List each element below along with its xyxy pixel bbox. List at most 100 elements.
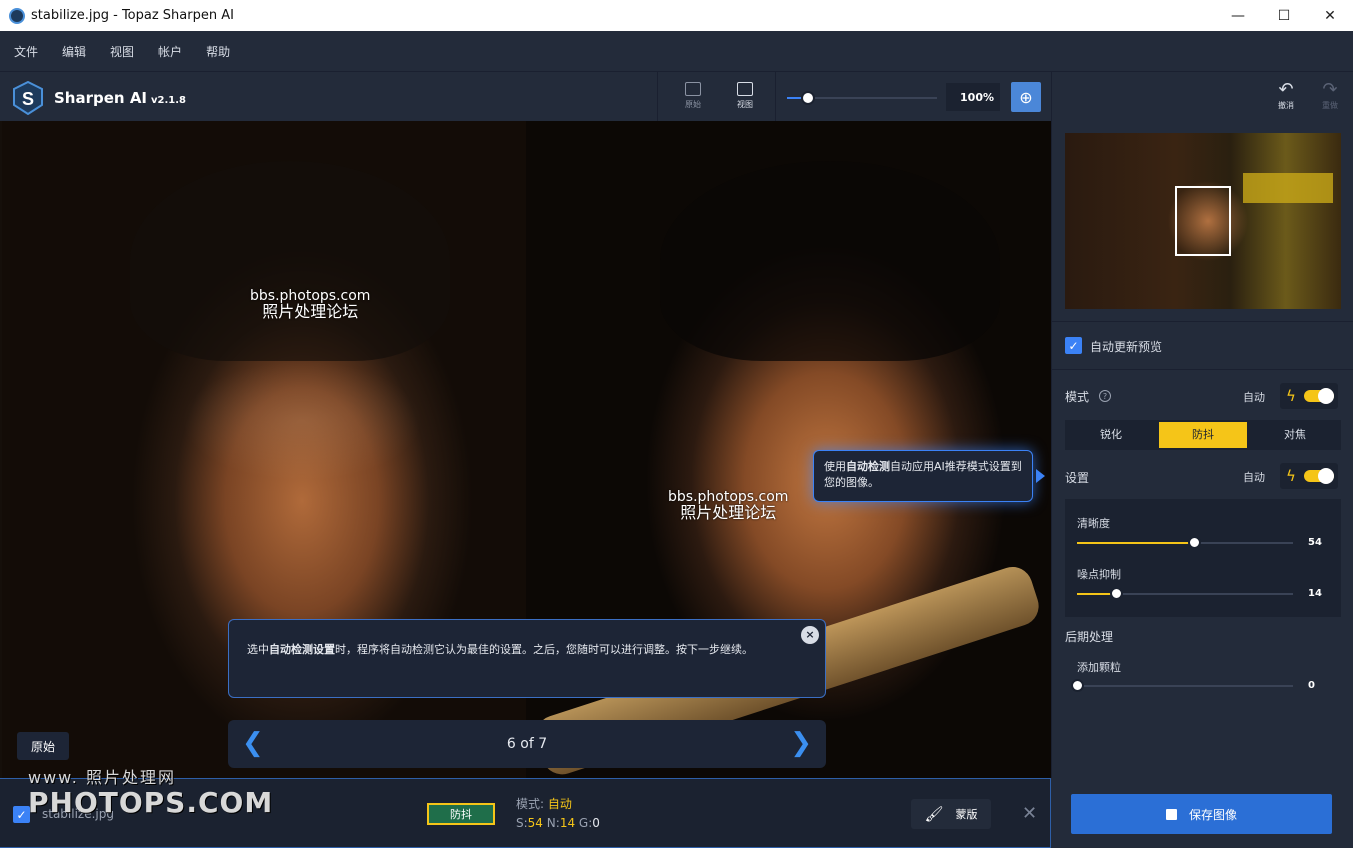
lightning-icon: ϟ bbox=[1286, 387, 1296, 405]
image-settings-summary: 模式: 自动 S:54 N:14 G:0 bbox=[516, 797, 600, 830]
watermark-cn: 照片处理论坛 bbox=[680, 503, 777, 522]
step-counter: 6 of 7 bbox=[506, 736, 548, 752]
original-toggle-button[interactable]: 原始 bbox=[678, 82, 708, 110]
toggle-knob bbox=[1318, 388, 1334, 404]
save-image-button[interactable]: 保存图像 bbox=[1071, 794, 1332, 834]
watermark-right: bbs.photops.com 照片处理论坛 bbox=[668, 489, 788, 521]
save-area: 保存图像 bbox=[1051, 778, 1353, 848]
mode-sharpen-button[interactable]: 锐化 bbox=[1067, 422, 1155, 448]
tip-close-icon[interactable]: × bbox=[801, 626, 819, 644]
app-version: v2.1.8 bbox=[151, 94, 187, 106]
navigator-thumbnail[interactable] bbox=[1065, 133, 1341, 309]
undo-label: 撤消 bbox=[1278, 101, 1294, 110]
toolbar-divider bbox=[775, 72, 776, 122]
post-processing-label: 后期处理 bbox=[1065, 630, 1114, 644]
noise-slider-knob[interactable] bbox=[1109, 587, 1123, 600]
settings-label: 设置 bbox=[1065, 471, 1090, 485]
settings-sliders: 清晰度 54 噪点抑制 14 bbox=[1065, 499, 1341, 617]
mask-button[interactable]: 🖌 蒙版 bbox=[911, 799, 991, 829]
clarity-value: 54 bbox=[1308, 537, 1322, 548]
toolbar: S Sharpen AI v2.1.8 原始 视图 100% ⊕ ↶ 撤消 ↷ … bbox=[0, 71, 1353, 122]
window-controls: — ☐ ✕ bbox=[1215, 0, 1353, 31]
callout-pointer bbox=[1036, 469, 1045, 483]
settings-auto-toggle[interactable]: ϟ bbox=[1280, 463, 1338, 489]
split-view-icon bbox=[737, 82, 753, 96]
navigator-viewport-box[interactable] bbox=[1175, 186, 1231, 256]
maximize-button[interactable]: ☐ bbox=[1261, 0, 1307, 31]
settings-sidebar: ✓ 自动更新预览 模式 ? 自动 ϟ 锐化 防抖 对焦 设置 自动 ϟ 清晰度 … bbox=[1051, 121, 1353, 778]
watermark-left: bbs.photops.com 照片处理论坛 bbox=[250, 288, 370, 320]
app-logo: S Sharpen AI v2.1.8 bbox=[12, 81, 186, 115]
grain-value: 0 bbox=[1308, 680, 1315, 691]
post-processing-sliders: 添加颗粒 0 bbox=[1065, 653, 1341, 693]
app-name: Sharpen AI bbox=[54, 89, 148, 107]
undo-icon: ↶ bbox=[1278, 79, 1294, 100]
auto-update-label: 自动更新预览 bbox=[1090, 340, 1163, 354]
lightning-icon: ϟ bbox=[1286, 467, 1296, 485]
divider bbox=[1052, 321, 1353, 322]
close-button[interactable]: ✕ bbox=[1307, 0, 1353, 31]
prev-step-icon[interactable]: ❮ bbox=[242, 728, 264, 758]
window-title: stabilize.jpg - Topaz Sharpen AI bbox=[31, 8, 234, 23]
zoom-slider-knob[interactable] bbox=[801, 91, 815, 105]
clarity-slider-fill bbox=[1077, 542, 1194, 544]
help-icon[interactable]: ? bbox=[1099, 390, 1111, 402]
toggle-knob bbox=[1318, 468, 1334, 484]
redo-icon: ↷ bbox=[1322, 79, 1338, 100]
next-step-icon[interactable]: ❯ bbox=[790, 728, 812, 758]
mode-selector: 锐化 防抖 对焦 bbox=[1065, 420, 1341, 450]
menu-bar: 文件 编辑 视图 帐户 帮助 bbox=[0, 31, 1353, 71]
photo-subject-left bbox=[130, 161, 450, 361]
grain-slider-track[interactable] bbox=[1077, 685, 1293, 687]
remove-image-icon[interactable]: ✕ bbox=[1022, 803, 1037, 824]
toolbar-divider bbox=[1051, 72, 1052, 122]
show-original-button[interactable]: 原始 bbox=[17, 732, 69, 760]
zoom-in-button[interactable]: ⊕ bbox=[1011, 82, 1041, 112]
image-icon bbox=[685, 82, 701, 96]
noise-value: 14 bbox=[1308, 588, 1322, 599]
auto-detect-callout: 使用自动检测自动应用AI推荐模式设置到您的图像。 bbox=[813, 450, 1033, 502]
tutorial-tip: 选中自动检测设置时，程序将自动检测它认为最佳的设置。之后，您随时可以进行调整。按… bbox=[228, 619, 826, 698]
undo-button[interactable]: ↶ 撤消 bbox=[1271, 80, 1301, 111]
minimize-button[interactable]: — bbox=[1215, 0, 1261, 31]
menu-edit[interactable]: 编辑 bbox=[62, 43, 86, 60]
sharpen-logo-icon: S bbox=[13, 81, 43, 115]
menu-view[interactable]: 视图 bbox=[110, 43, 134, 60]
mode-stabilize-button[interactable]: 防抖 bbox=[1159, 422, 1247, 448]
grain-slider-knob[interactable] bbox=[1071, 679, 1084, 692]
settings-auto-label: 自动 bbox=[1243, 471, 1265, 484]
photo-subject-right bbox=[660, 161, 1000, 361]
mode-auto-toggle[interactable]: ϟ bbox=[1280, 383, 1338, 409]
site-watermark-logo: PHOTOPS.COM bbox=[28, 786, 274, 819]
redo-button[interactable]: ↷ 重做 bbox=[1315, 80, 1345, 111]
save-label: 保存图像 bbox=[1188, 807, 1237, 822]
menu-file[interactable]: 文件 bbox=[14, 43, 38, 60]
menu-help[interactable]: 帮助 bbox=[206, 43, 230, 60]
original-toggle-label: 原始 bbox=[685, 100, 701, 109]
mask-label: 蒙版 bbox=[955, 808, 978, 821]
zoom-value-field[interactable]: 100% bbox=[946, 83, 1000, 111]
view-mode-label: 视图 bbox=[737, 100, 753, 109]
auto-update-checkbox[interactable]: ✓ bbox=[1065, 337, 1082, 354]
watermark-cn: 照片处理论坛 bbox=[262, 302, 359, 321]
mode-auto-label: 自动 bbox=[1243, 391, 1265, 404]
toolbar-divider bbox=[657, 72, 658, 122]
divider bbox=[1052, 369, 1353, 370]
mode-label: 模式 bbox=[1065, 390, 1090, 404]
tutorial-step-nav: ❮ 6 of 7 ❯ bbox=[228, 720, 826, 768]
save-disk-icon bbox=[1165, 808, 1177, 820]
mode-focus-button[interactable]: 对焦 bbox=[1251, 422, 1339, 448]
clarity-slider-knob[interactable] bbox=[1187, 536, 1201, 549]
mode-chip: 防抖 bbox=[427, 803, 495, 825]
redo-label: 重做 bbox=[1322, 101, 1338, 110]
view-mode-button[interactable]: 视图 bbox=[730, 82, 760, 110]
noise-label: 噪点抑制 bbox=[1077, 568, 1121, 581]
grain-label: 添加颗粒 bbox=[1077, 661, 1121, 674]
site-watermark: www. 照片处理网 PHOTOPS.COM bbox=[28, 764, 273, 818]
brush-icon: 🖌 bbox=[924, 805, 944, 823]
clarity-label: 清晰度 bbox=[1077, 517, 1110, 530]
menu-account[interactable]: 帐户 bbox=[158, 43, 182, 60]
svg-text:S: S bbox=[22, 89, 34, 109]
site-watermark-top: www. 照片处理网 bbox=[28, 768, 176, 787]
app-icon bbox=[9, 7, 25, 24]
